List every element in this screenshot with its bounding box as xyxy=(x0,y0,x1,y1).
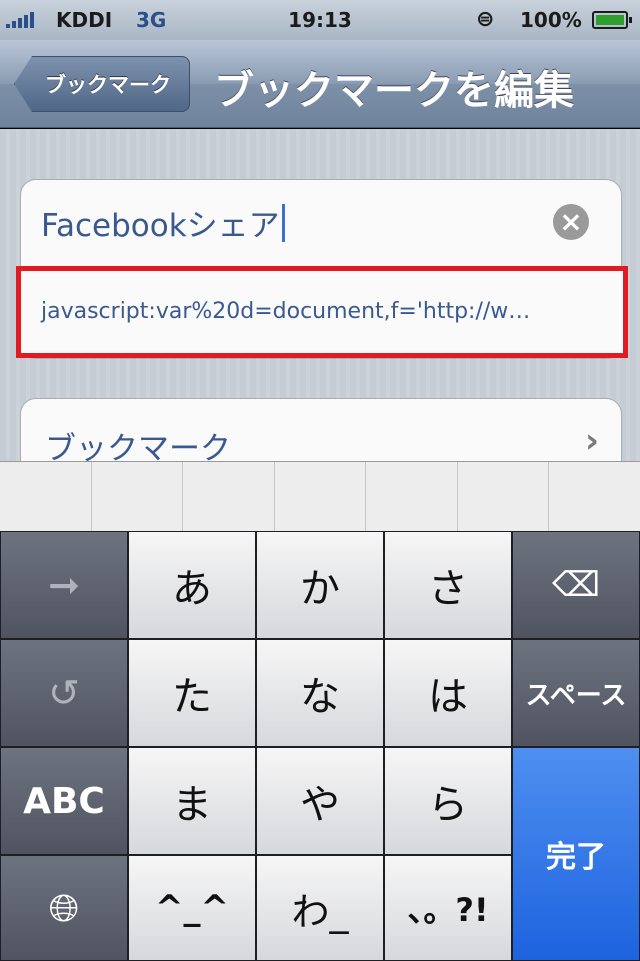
arrow-right-key[interactable]: ➞ xyxy=(0,531,128,639)
candidate-bar xyxy=(0,461,640,531)
key-wa[interactable]: わ_ xyxy=(256,855,384,961)
key-punctuation[interactable]: 、。?! xyxy=(384,855,512,961)
candidate-cell[interactable] xyxy=(549,462,640,531)
candidate-cell[interactable] xyxy=(275,462,367,531)
backspace-icon: ⌫ xyxy=(551,565,601,605)
page-title: ブックマークを編集 xyxy=(214,68,574,114)
url-field[interactable]: javascript:var%20d=document,f='http://w… xyxy=(41,299,530,324)
keyboard: ➞ あ か さ ⌫ ↺ た な は スペース ABC ま や ら 完了 🌐︎ ^… xyxy=(0,531,640,961)
abc-key-label: ABC xyxy=(23,780,105,822)
key-emoticon[interactable]: ^_^ xyxy=(128,855,256,961)
undo-icon: ↺ xyxy=(48,671,80,715)
done-key[interactable]: 完了 xyxy=(512,747,640,961)
abc-key[interactable]: ABC xyxy=(0,747,128,855)
clear-text-button[interactable]: × xyxy=(553,204,589,240)
title-field[interactable]: Facebookシェア xyxy=(41,200,285,245)
key-ya[interactable]: や xyxy=(256,747,384,855)
chevron-right-icon: › xyxy=(584,421,599,461)
globe-icon: 🌐︎ xyxy=(48,885,80,930)
key-ha[interactable]: は xyxy=(384,639,512,747)
candidate-cell[interactable] xyxy=(458,462,550,531)
globe-key[interactable]: 🌐︎ xyxy=(0,855,128,961)
arrow-right-icon: ➞ xyxy=(48,563,80,607)
key-ta[interactable]: た xyxy=(128,639,256,747)
candidate-cell[interactable] xyxy=(0,462,92,531)
text-cursor xyxy=(281,204,285,242)
title-field-row[interactable]: Facebookシェア × xyxy=(21,180,621,270)
battery-percent: 100% xyxy=(520,8,582,32)
space-key[interactable]: スペース xyxy=(512,639,640,747)
key-a[interactable]: あ xyxy=(128,531,256,639)
battery-icon xyxy=(592,11,632,29)
candidate-cell[interactable] xyxy=(183,462,275,531)
key-ma[interactable]: ま xyxy=(128,747,256,855)
wa-key-label: わ_ xyxy=(291,889,349,934)
key-sa[interactable]: さ xyxy=(384,531,512,639)
candidate-cell[interactable] xyxy=(366,462,458,531)
back-button[interactable]: ブックマーク xyxy=(14,56,190,112)
key-ka[interactable]: か xyxy=(256,531,384,639)
emoticon-key-label: ^_^ xyxy=(155,888,229,928)
space-key-label: スペース xyxy=(525,680,627,711)
candidate-cell[interactable] xyxy=(92,462,184,531)
bookmark-edit-form: Facebookシェア × javascript:var%20d=documen… xyxy=(0,129,640,478)
key-na[interactable]: な xyxy=(256,639,384,747)
rotation-lock-icon: ⊜ xyxy=(476,7,495,32)
url-field-highlight[interactable]: javascript:var%20d=document,f='http://w… xyxy=(16,266,628,358)
punctuation-key-label: 、。?! xyxy=(407,891,489,929)
undo-key[interactable]: ↺ xyxy=(0,639,128,747)
bookmark-fields-group: Facebookシェア × javascript:var%20d=documen… xyxy=(16,179,628,359)
status-bar: KDDI 3G 19:13 ⊜ 100% xyxy=(0,0,640,40)
delete-key[interactable]: ⌫ xyxy=(512,531,640,639)
key-ra[interactable]: ら xyxy=(384,747,512,855)
navigation-bar: ブックマーク ブックマークを編集 xyxy=(0,40,640,128)
title-field-value: Facebookシェア xyxy=(41,208,280,244)
